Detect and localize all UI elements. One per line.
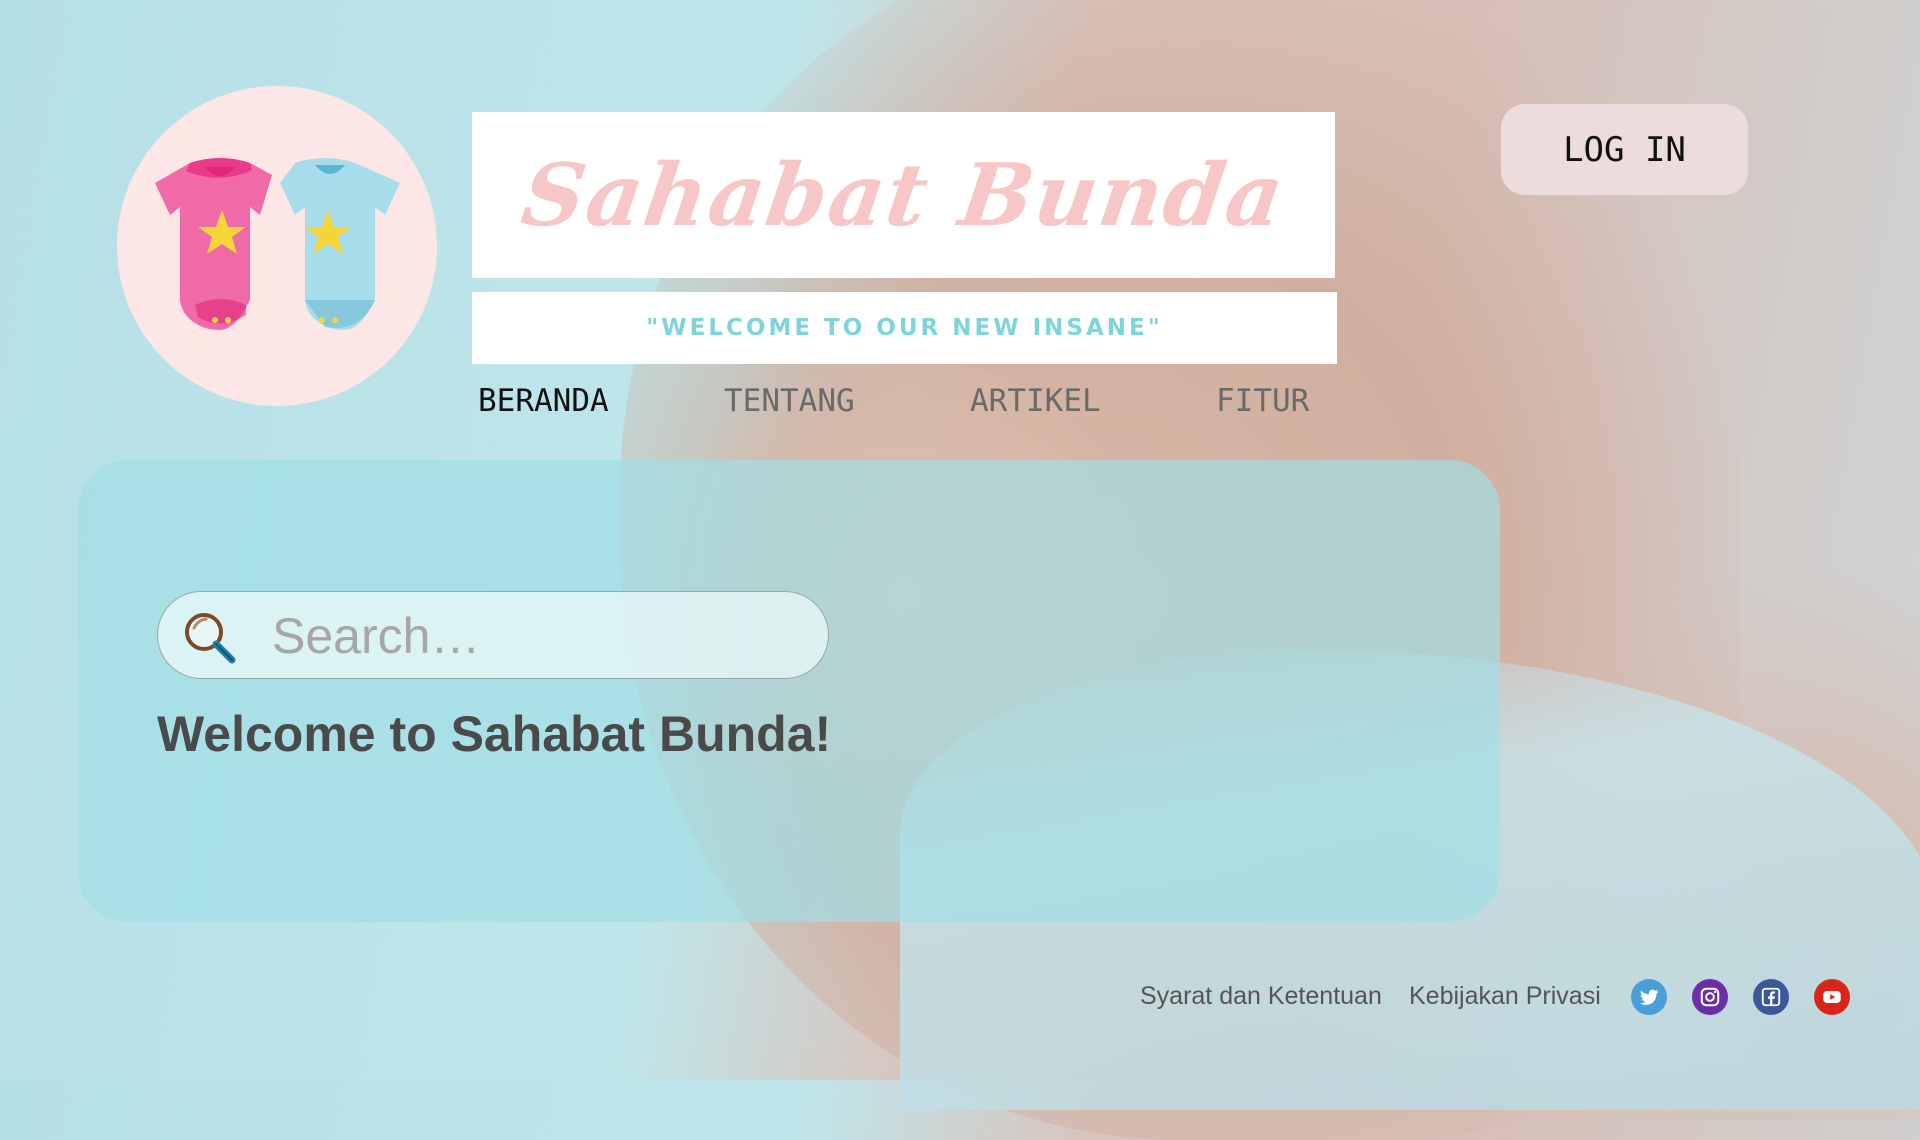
brand-title: Sahabat Bunda [515,144,1292,246]
tagline: "WELCOME TO OUR NEW INSANE" [646,315,1163,341]
nav-item-tentang[interactable]: TENTANG [724,383,855,419]
nav-item-artikel[interactable]: ARTIKEL [970,383,1101,419]
welcome-heading: Welcome to Sahabat Bunda! [157,706,832,762]
baby-onesies-icon [155,158,400,330]
footer-link-terms[interactable]: Syarat dan Ketentuan [1140,982,1382,1011]
nav-item-beranda[interactable]: BERANDA [478,383,609,419]
main-nav: BERANDA TENTANG ARTIKEL FITUR [478,383,1358,425]
search-icon[interactable] [182,610,238,666]
tagline-box: "WELCOME TO OUR NEW INSANE" [472,292,1337,364]
nav-item-fitur[interactable]: FITUR [1216,383,1309,419]
search-bar[interactable] [157,591,829,679]
youtube-icon[interactable] [1814,979,1850,1015]
background-photo-skin [1480,560,1920,1120]
search-input[interactable] [270,602,794,670]
footer-link-privacy[interactable]: Kebijakan Privasi [1409,982,1601,1011]
twitter-icon[interactable] [1631,979,1667,1015]
facebook-icon[interactable] [1753,979,1789,1015]
hero-panel [78,460,1500,922]
login-button[interactable]: LOG IN [1501,104,1748,195]
instagram-icon[interactable] [1692,979,1728,1015]
brand-title-box: Sahabat Bunda [472,112,1335,278]
